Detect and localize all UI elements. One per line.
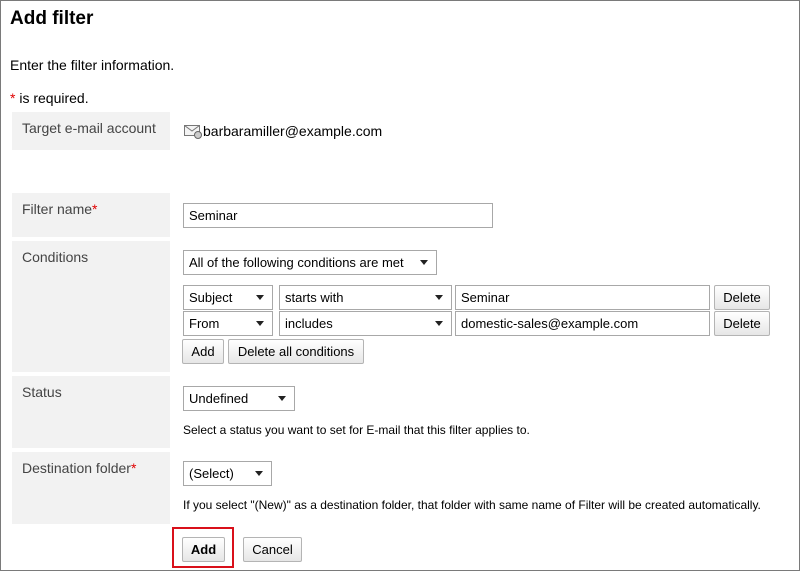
condition-operator-value: includes bbox=[285, 316, 333, 331]
match-mode-select[interactable]: All of the following conditions are met bbox=[183, 250, 437, 275]
status-select[interactable]: Undefined bbox=[183, 386, 295, 411]
chevron-down-icon bbox=[255, 471, 263, 476]
target-account-label: Target e-mail account bbox=[12, 112, 170, 150]
destination-folder-select[interactable]: (Select) bbox=[183, 461, 272, 486]
destination-folder-label: Destination folder* bbox=[12, 452, 170, 524]
destination-folder-value: (Select) bbox=[189, 466, 234, 481]
condition-operator-value: starts with bbox=[285, 290, 344, 305]
delete-condition-button[interactable]: Delete bbox=[714, 285, 770, 310]
status-help-text: Select a status you want to set for E-ma… bbox=[183, 423, 530, 437]
condition-field-value: Subject bbox=[189, 290, 233, 305]
chevron-down-icon bbox=[420, 260, 428, 265]
condition-field-select[interactable]: Subject bbox=[183, 285, 273, 310]
add-button[interactable]: Add bbox=[182, 537, 225, 562]
required-note: * is required. bbox=[10, 90, 89, 106]
add-condition-button[interactable]: Add bbox=[182, 339, 224, 364]
chevron-down-icon bbox=[256, 321, 264, 326]
delete-all-conditions-button[interactable]: Delete all conditions bbox=[228, 339, 364, 364]
chevron-down-icon bbox=[278, 396, 286, 401]
filter-name-input[interactable]: Seminar bbox=[183, 203, 493, 228]
page-title: Add filter bbox=[10, 8, 94, 29]
cancel-button[interactable]: Cancel bbox=[243, 537, 302, 562]
destination-help-text: If you select "(New)" as a destination f… bbox=[183, 498, 761, 512]
destination-folder-label-text: Destination folder bbox=[22, 460, 131, 476]
target-account-value: barbaramiller@example.com bbox=[184, 122, 382, 139]
condition-operator-select[interactable]: starts with bbox=[279, 285, 452, 310]
filter-name-label-text: Filter name bbox=[22, 201, 93, 217]
conditions-label: Conditions bbox=[12, 241, 170, 372]
condition-field-value: From bbox=[189, 316, 220, 331]
target-account-email: barbaramiller@example.com bbox=[203, 122, 383, 139]
condition-value-input[interactable]: domestic-sales@example.com bbox=[455, 311, 710, 336]
mail-icon bbox=[184, 125, 202, 139]
required-note-text: is required. bbox=[15, 90, 89, 106]
filter-name-label: Filter name* bbox=[12, 193, 170, 237]
status-label: Status bbox=[12, 376, 170, 448]
condition-field-select[interactable]: From bbox=[183, 311, 273, 336]
required-star: * bbox=[92, 201, 98, 217]
status-value: Undefined bbox=[189, 391, 249, 406]
chevron-down-icon bbox=[435, 321, 443, 326]
intro-text: Enter the filter information. bbox=[10, 57, 175, 73]
condition-operator-select[interactable]: includes bbox=[279, 311, 452, 336]
condition-value-input[interactable]: Seminar bbox=[455, 285, 710, 310]
chevron-down-icon bbox=[256, 295, 264, 300]
delete-condition-button[interactable]: Delete bbox=[714, 311, 770, 336]
match-mode-value: All of the following conditions are met bbox=[189, 255, 404, 270]
required-star: * bbox=[130, 460, 137, 476]
chevron-down-icon bbox=[435, 295, 443, 300]
